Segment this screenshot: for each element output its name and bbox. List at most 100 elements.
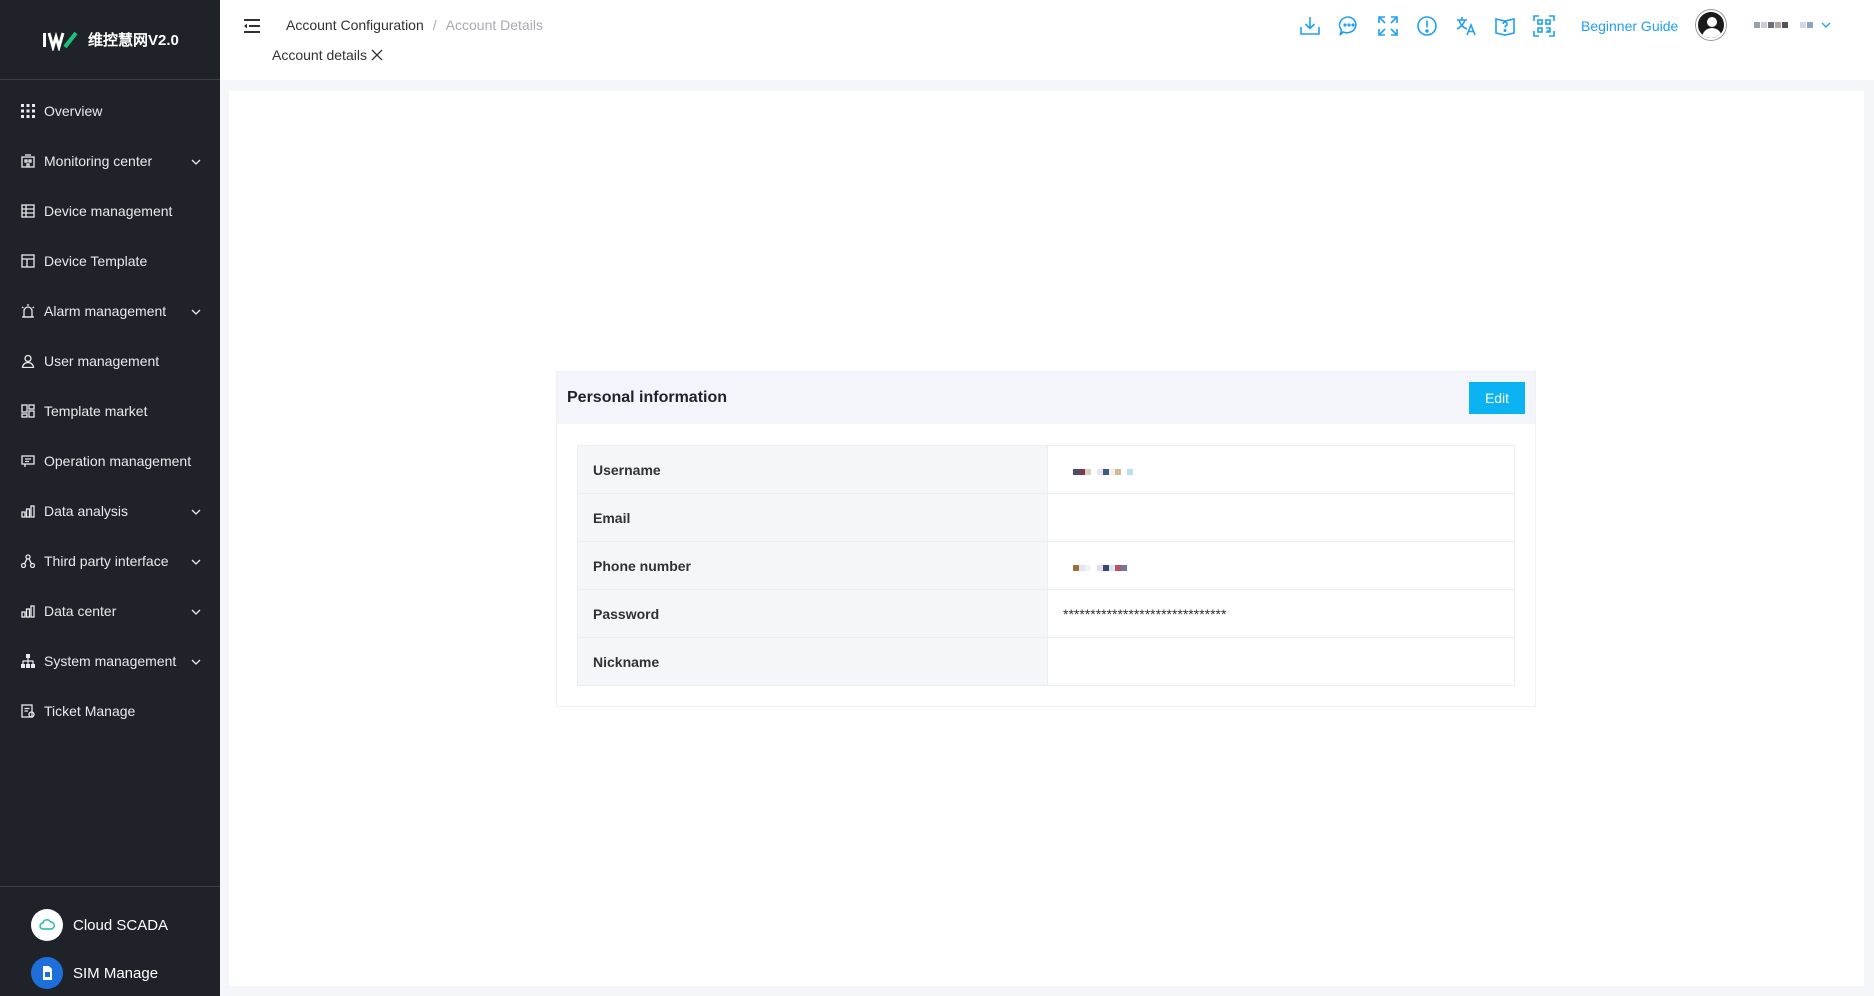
wecon-logo-icon (43, 31, 78, 51)
cloud-icon (31, 909, 63, 941)
sidebar-item-data-center[interactable]: Data center (0, 586, 220, 636)
qr-code-icon[interactable] (1530, 12, 1558, 40)
avatar-head (1707, 17, 1717, 27)
help-book-icon[interactable] (1491, 12, 1519, 40)
username-value (1047, 445, 1515, 494)
card-title: Personal information (567, 389, 728, 406)
user-menu-dropdown[interactable] (1754, 20, 1832, 30)
redacted-phone-number (1073, 564, 1127, 571)
org-chart-icon (20, 653, 36, 669)
sidebar-item-device-management[interactable]: Device management (0, 186, 220, 236)
sidebar-item-operation-management[interactable]: Operation management (0, 436, 220, 486)
table-row: Phone number (577, 541, 1515, 590)
sidebar-item-overview[interactable]: Overview (0, 86, 220, 136)
sidebar-item-label: System management (44, 653, 177, 669)
edit-button[interactable]: Edit (1469, 382, 1525, 414)
chevron-down-icon (191, 309, 201, 315)
sidebar-item-template-market[interactable]: Template market (0, 386, 220, 436)
redacted-username-gap (1789, 22, 1799, 28)
sidebar-item-user-management[interactable]: User management (0, 336, 220, 386)
chevron-down-icon (191, 159, 201, 165)
menu-toggle-icon[interactable] (242, 16, 262, 36)
chevron-down-icon (191, 559, 201, 565)
table-row: Password ****************************** (577, 589, 1515, 638)
sidebar-item-third-party-interface[interactable]: Third party interface (0, 536, 220, 586)
fullscreen-icon[interactable] (1374, 12, 1402, 40)
personal-information-table: Username Email Phone number Password ***… (577, 445, 1515, 686)
password-label: Password (577, 589, 1048, 638)
email-value (1047, 493, 1515, 542)
beginner-guide-link[interactable]: Beginner Guide (1581, 18, 1678, 34)
grid-icon (20, 103, 36, 119)
brand-name: 维控慧网V2.0 (88, 32, 179, 49)
sidebar-item-ticket-manage[interactable]: Ticket Manage (0, 686, 220, 736)
sidebar-item-monitoring-center[interactable]: Monitoring center (0, 136, 220, 186)
redacted-username-block (1768, 22, 1774, 28)
bar-chart-icon (20, 603, 36, 619)
sidebar-bottom-links: Cloud SCADA SIM Manage (0, 886, 220, 996)
nickname-label: Nickname (577, 637, 1048, 686)
message-icon[interactable] (1335, 12, 1363, 40)
chevron-down-icon (1821, 22, 1831, 28)
password-value: ****************************** (1047, 589, 1515, 638)
download-icon[interactable] (1296, 12, 1324, 40)
header-toolbar: Beginner Guide (1296, 12, 1678, 40)
avatar[interactable] (1696, 10, 1726, 40)
close-icon[interactable] (371, 49, 383, 61)
sidebar-menu: Overview Monitoring center Device manage… (0, 80, 220, 736)
sidebar-item-system-management[interactable]: System management (0, 636, 220, 686)
sidebar-item-label: Device Template (44, 253, 148, 269)
phone-number-label: Phone number (577, 541, 1048, 590)
sidebar-item-label: Data analysis (44, 503, 129, 519)
bar-chart-icon (20, 503, 36, 519)
translate-icon[interactable] (1452, 12, 1480, 40)
sidebar-item-label: Ticket Manage (44, 703, 136, 719)
interface-icon (20, 553, 36, 569)
sim-card-icon (31, 957, 63, 989)
user-icon (20, 353, 36, 369)
redacted-username-block (1782, 22, 1788, 28)
nickname-value (1047, 637, 1515, 686)
main-content: Personal information Edit Username Email… (229, 91, 1864, 986)
table-row: Email (577, 493, 1515, 542)
building-icon (20, 153, 36, 169)
ticket-icon (20, 703, 36, 719)
card-header: Personal information Edit (557, 372, 1535, 424)
sidebar-item-label: Monitoring center (44, 153, 153, 169)
brand[interactable]: 维控慧网V2.0 (0, 0, 220, 80)
redacted-username-block (1775, 22, 1781, 28)
redacted-username-block (1754, 22, 1760, 28)
sidebar-item-label: User management (44, 353, 160, 369)
cloud-scada-link[interactable]: Cloud SCADA (0, 901, 220, 949)
alarm-icon (20, 303, 36, 319)
sidebar-item-alarm-management[interactable]: Alarm management (0, 286, 220, 336)
redacted-username (1073, 468, 1133, 475)
sidebar-item-label: Device management (44, 203, 173, 219)
redacted-username-block (1761, 22, 1767, 28)
avatar-body (1702, 28, 1722, 38)
breadcrumb-separator: / (432, 17, 437, 33)
personal-information-card: Personal information Edit Username Email… (556, 371, 1536, 707)
chevron-down-icon (191, 659, 201, 665)
email-label: Email (577, 493, 1048, 542)
sidebar-item-label: Overview (44, 103, 103, 119)
table-row: Nickname (577, 637, 1515, 686)
sidebar-item-data-analysis[interactable]: Data analysis (0, 486, 220, 536)
operation-icon (20, 453, 36, 469)
breadcrumb-account-configuration[interactable]: Account Configuration (286, 17, 424, 33)
sim-manage-label: SIM Manage (73, 964, 159, 982)
cloud-scada-label: Cloud SCADA (73, 916, 169, 934)
username-label: Username (577, 445, 1048, 494)
tab-account-details[interactable]: Account details (272, 47, 383, 63)
table-row: Username (577, 445, 1515, 494)
sidebar-item-device-template[interactable]: Device Template (0, 236, 220, 286)
market-icon (20, 403, 36, 419)
breadcrumb-account-details: Account Details (445, 17, 543, 33)
sidebar-item-label: Data center (44, 603, 117, 619)
template-icon (20, 253, 36, 269)
info-icon[interactable] (1413, 12, 1441, 40)
device-list-icon (20, 203, 36, 219)
sim-manage-link[interactable]: SIM Manage (0, 949, 220, 996)
tab-label: Account details (272, 47, 367, 63)
breadcrumb: Account Configuration / Account Details (286, 17, 543, 33)
